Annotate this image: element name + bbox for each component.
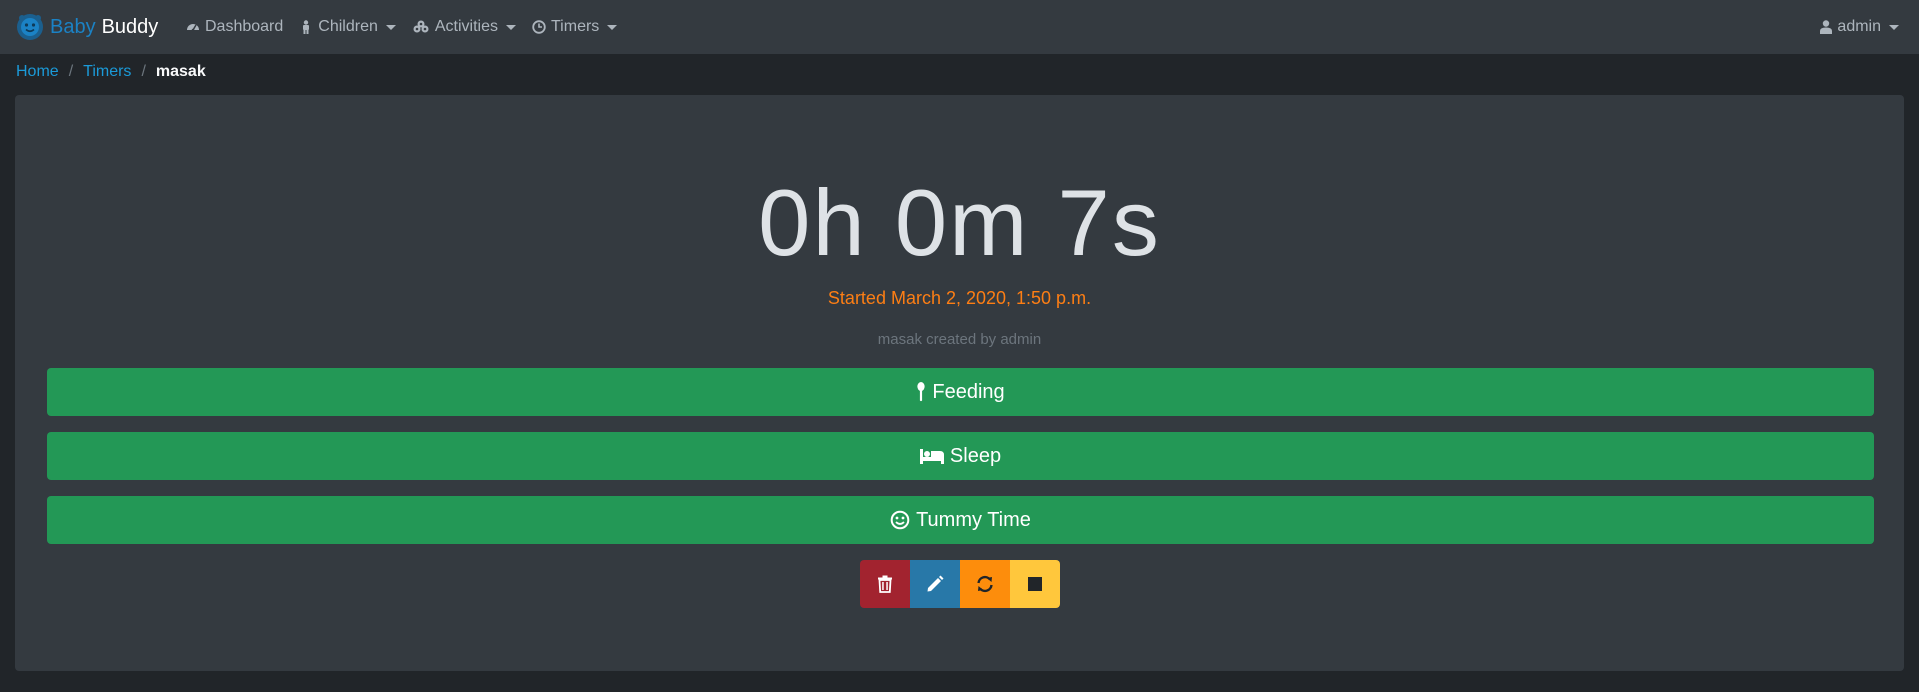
timer-elapsed: 0h 0m 7s	[758, 170, 1161, 275]
brand-name-first: Baby	[50, 16, 96, 38]
smile-icon	[890, 510, 910, 530]
user-menu-dropdown[interactable]: admin	[1820, 0, 1899, 54]
chevron-down-icon	[506, 24, 516, 30]
nav-timers-dropdown[interactable]: Timers	[524, 0, 625, 54]
restart-button[interactable]	[960, 560, 1010, 608]
tummy-time-button[interactable]: Tummy Time	[47, 496, 1874, 544]
sleep-label: Sleep	[949, 444, 1002, 467]
brand-name-second: Buddy	[101, 16, 159, 38]
pencil-icon	[927, 575, 944, 592]
feeding-label: Feeding	[932, 380, 1005, 403]
refresh-icon	[977, 575, 993, 593]
activities-icon	[413, 20, 429, 33]
dashboard-icon	[187, 24, 199, 32]
breadcrumb: Home / Timers / masak	[16, 61, 206, 83]
bed-icon	[919, 449, 944, 464]
chevron-down-icon	[1889, 24, 1899, 30]
top-navbar: Baby Buddy Dashboard Children Activities…	[0, 0, 1919, 54]
breadcrumb-current: masak	[155, 63, 206, 80]
nav-activities-dropdown[interactable]: Activities	[404, 0, 524, 54]
clock-icon	[532, 20, 546, 34]
timer-started-text: Started March 2, 2020, 1:50 p.m.	[827, 288, 1092, 308]
breadcrumb-separator: /	[141, 63, 146, 80]
breadcrumb-home[interactable]: Home	[16, 63, 59, 81]
timer-controls	[860, 560, 1060, 608]
stop-icon	[1028, 577, 1042, 591]
spoon-icon	[917, 382, 925, 402]
nav-dashboard[interactable]: Dashboard	[178, 0, 291, 54]
nav-children-label: Children	[318, 18, 378, 35]
nav-activities-label: Activities	[434, 18, 498, 35]
delete-button[interactable]	[860, 560, 910, 608]
nav-children-dropdown[interactable]: Children	[291, 0, 404, 54]
sleep-button[interactable]: Sleep	[47, 432, 1874, 480]
trash-icon	[878, 575, 892, 593]
nav-dashboard-label: Dashboard	[205, 18, 284, 35]
tummy-time-label: Tummy Time	[916, 508, 1031, 531]
chevron-down-icon	[385, 24, 396, 30]
timer-created-by: masak created by admin	[877, 331, 1042, 348]
breadcrumb-timers[interactable]: Timers	[83, 63, 131, 81]
breadcrumb-separator: /	[68, 63, 74, 80]
stop-button[interactable]	[1010, 560, 1060, 608]
feeding-button[interactable]: Feeding	[47, 368, 1874, 416]
nav-timers-label: Timers	[551, 18, 600, 35]
edit-button[interactable]	[910, 560, 960, 608]
child-icon	[303, 20, 310, 34]
baby-buddy-logo-icon	[17, 14, 43, 40]
main-nav: Dashboard Children Activities Timers	[178, 0, 625, 54]
timer-card: 0h 0m 7s Started March 2, 2020, 1:50 p.m…	[15, 95, 1904, 671]
user-menu-label: admin	[1837, 18, 1881, 35]
brand-link[interactable]: Baby Buddy	[16, 12, 158, 42]
user-icon	[1820, 20, 1833, 34]
chevron-down-icon	[607, 24, 618, 30]
